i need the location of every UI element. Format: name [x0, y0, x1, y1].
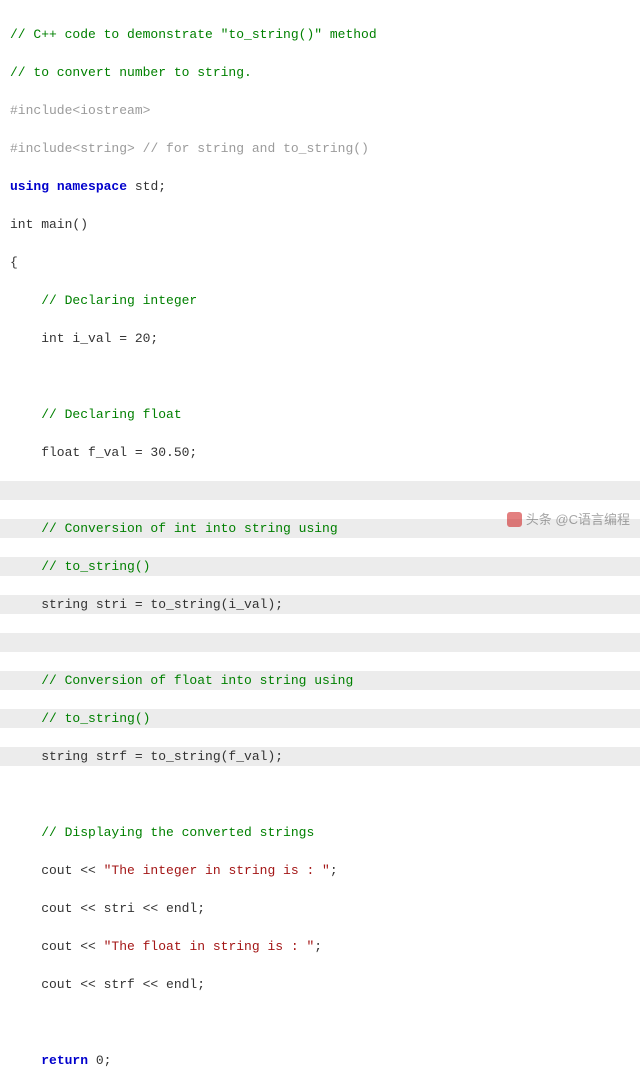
- code-text: 0;: [88, 1053, 111, 1068]
- code-text: std;: [127, 179, 166, 194]
- highlight-line: [0, 633, 640, 652]
- keyword-return: return: [41, 1053, 88, 1068]
- comment-line: // Conversion of int into string using: [10, 521, 338, 536]
- blank-line: [10, 1013, 636, 1032]
- highlight-line: // to_string(): [0, 557, 640, 576]
- blank-line: [10, 785, 636, 804]
- indent: [10, 1053, 41, 1068]
- code-text: string strf = to_string(f_val);: [10, 749, 283, 764]
- keyword-using: using: [10, 179, 49, 194]
- comment-line: // Declaring float: [10, 407, 182, 422]
- include-header: <iostream>: [72, 103, 150, 118]
- watermark-icon: [507, 512, 522, 527]
- highlight-line: // Conversion of float into string using: [0, 671, 640, 690]
- highlight-line: string strf = to_string(f_val);: [0, 747, 640, 766]
- include-header: <string>: [72, 141, 134, 156]
- brace-open: {: [10, 255, 18, 270]
- highlight-line: [0, 481, 640, 500]
- code-text: cout << strf << endl;: [10, 977, 205, 992]
- keyword-namespace: namespace: [57, 179, 127, 194]
- code-text: ;: [330, 863, 338, 878]
- space: [49, 179, 57, 194]
- code-text: cout <<: [10, 939, 104, 954]
- code-text: int i_val = 20;: [10, 331, 158, 346]
- comment-line: // C++ code to demonstrate "to_string()"…: [10, 27, 377, 42]
- string-literal: "The float in string is : ": [104, 939, 315, 954]
- watermark: 头条 @C语言编程: [507, 510, 630, 529]
- watermark-text: 头条 @C语言编程: [526, 510, 630, 529]
- comment-line: // to convert number to string.: [10, 65, 252, 80]
- comment-line: // Conversion of float into string using: [10, 673, 353, 688]
- preprocessor: #include: [10, 141, 72, 156]
- code-text: ;: [314, 939, 322, 954]
- string-literal: "The integer in string is : ": [104, 863, 330, 878]
- code-block: // C++ code to demonstrate "to_string()"…: [0, 0, 640, 1070]
- code-text: int main(): [10, 217, 88, 232]
- code-text: cout <<: [10, 863, 104, 878]
- comment-line: // to_string(): [10, 559, 150, 574]
- comment-line: // Declaring integer: [10, 293, 197, 308]
- code-text: cout << stri << endl;: [10, 901, 205, 916]
- code-text: float f_val = 30.50;: [10, 445, 197, 460]
- preprocessor: #include: [10, 103, 72, 118]
- highlight-line: // to_string(): [0, 709, 640, 728]
- code-text: string stri = to_string(i_val);: [10, 597, 283, 612]
- blank-line: [10, 367, 636, 386]
- comment-inline: // for string and to_string(): [135, 141, 369, 156]
- comment-line: // to_string(): [10, 711, 150, 726]
- highlight-line: string stri = to_string(i_val);: [0, 595, 640, 614]
- comment-line: // Displaying the converted strings: [10, 825, 314, 840]
